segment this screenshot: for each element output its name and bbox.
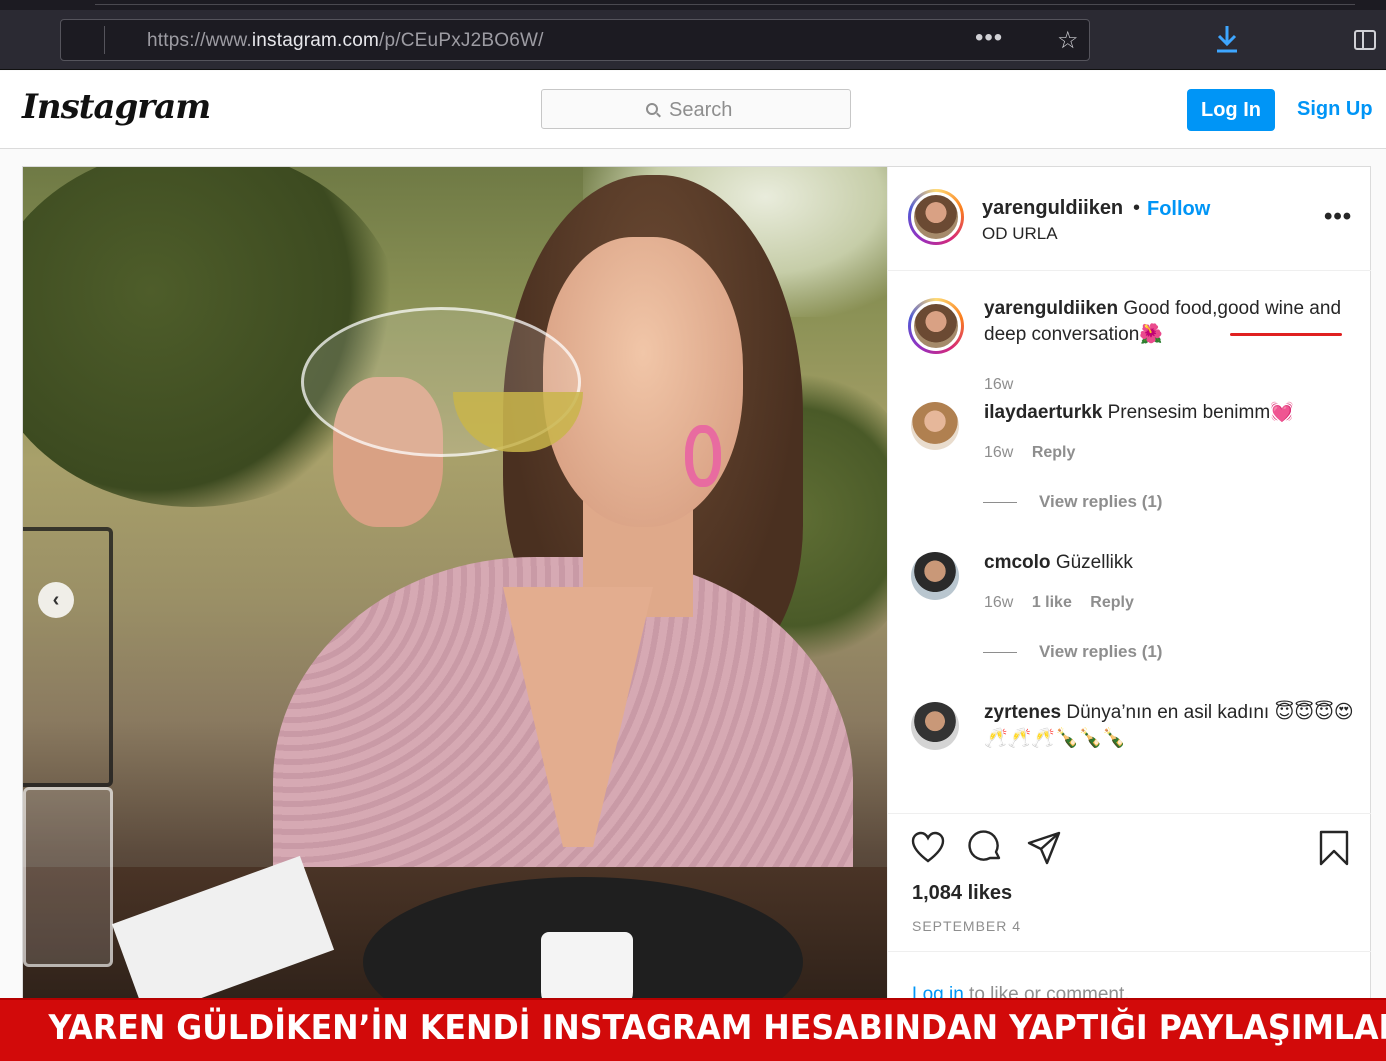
sidebar-icon[interactable] (1354, 30, 1376, 50)
ellipsis-icon[interactable]: ••• (975, 24, 1003, 52)
comment-text: cmcolo Güzellikk (984, 550, 1354, 576)
search-icon (646, 103, 658, 115)
post-header: yarenguldiiken • Follow OD URLA ••• (888, 167, 1371, 271)
more-options-icon[interactable]: ••• (1324, 203, 1352, 231)
follow-button[interactable]: Follow (1147, 198, 1210, 221)
photo-water-glass (23, 787, 113, 967)
likes-count[interactable]: 1,084 likes (912, 882, 1012, 905)
reply-button[interactable]: Reply (1032, 444, 1076, 461)
avatar[interactable] (911, 702, 959, 750)
caption-meta: 16w (984, 376, 1027, 394)
heart-icon[interactable] (910, 830, 946, 866)
url-path: /p/CEuPxJ2BO6W/ (379, 30, 544, 51)
avatar[interactable] (911, 552, 959, 600)
post-card: ‹ yarenguldiiken • Follow OD URLA ••• ya… (22, 166, 1371, 1006)
separator-dot: • (1133, 197, 1141, 219)
post-date: SEPTEMBER 4 (912, 918, 1022, 934)
caption-banner-text: YAREN GÜLDİKEN’İN KENDİ INSTAGRAM HESABI… (48, 1008, 1386, 1048)
url-text[interactable]: https://www.instagram.com/p/CEuPxJ2BO6W/ (147, 30, 544, 52)
reply-button[interactable]: Reply (1090, 594, 1134, 611)
comment-username[interactable]: zyrtenes (984, 702, 1061, 723)
comment-body: Prensesim benimm💓 (1107, 402, 1294, 423)
address-bar[interactable]: https://www.instagram.com/p/CEuPxJ2BO6W/… (60, 19, 1090, 61)
comment-meta: 16w Reply (984, 444, 1089, 462)
comment-text: ilaydaerturkk Prensesim benimm💓 (984, 400, 1354, 426)
search-placeholder: Search (669, 99, 733, 121)
comment-username[interactable]: ilaydaerturkk (984, 402, 1102, 423)
chevron-left-icon[interactable]: ‹ (38, 582, 74, 618)
caption-username[interactable]: yarenguldiiken (984, 298, 1118, 319)
comment-meta: 16w 1 like Reply (984, 594, 1148, 612)
caption-banner: YAREN GÜLDİKEN’İN KENDİ INSTAGRAM HESABI… (0, 998, 1386, 1061)
avatar[interactable] (908, 298, 964, 354)
caption-text: yarenguldiiken Good food,good wine and d… (984, 296, 1354, 348)
post-location[interactable]: OD URLA (982, 224, 1058, 244)
avatar[interactable] (911, 402, 959, 450)
comment-username[interactable]: cmcolo (984, 552, 1051, 573)
browser-toolbar: https://www.instagram.com/p/CEuPxJ2BO6W/… (0, 0, 1386, 70)
avatar[interactable] (908, 189, 964, 245)
site-info-button[interactable] (67, 26, 105, 54)
bookmark-icon[interactable] (1316, 830, 1352, 866)
instagram-logo[interactable]: Instagram (22, 87, 211, 127)
post-username[interactable]: yarenguldiiken (982, 197, 1123, 220)
post-actions: 1,084 likes SEPTEMBER 4 Log in to like o… (888, 813, 1371, 1005)
star-icon[interactable]: ☆ (1057, 26, 1079, 55)
comment-text: zyrtenes Dünya’nın en asil kadını 😇😇😇😍🥂🥂… (984, 700, 1354, 752)
tab-edge (95, 4, 1355, 10)
share-icon[interactable] (1026, 830, 1062, 866)
url-host: instagram.com (251, 30, 380, 51)
comment-icon[interactable] (968, 830, 1004, 866)
instagram-header: Instagram Search Log In Sign Up (0, 71, 1386, 149)
photo-cup (541, 932, 633, 1005)
view-replies-button[interactable]: View replies (1) (1004, 492, 1162, 512)
view-replies-button[interactable]: View replies (1) (1004, 642, 1162, 662)
comment-likes[interactable]: 1 like (1032, 594, 1072, 611)
comment-time: 16w (984, 594, 1014, 611)
post-photo[interactable]: ‹ (23, 167, 887, 1005)
comment-body: Güzellikk (1055, 552, 1133, 573)
comments-list[interactable]: yarenguldiiken Good food,good wine and d… (888, 272, 1371, 812)
post-sidebar: yarenguldiiken • Follow OD URLA ••• yare… (887, 167, 1371, 1005)
highlight-underline (1230, 333, 1342, 336)
photo-chair (23, 527, 113, 787)
login-button[interactable]: Log In (1187, 89, 1275, 131)
download-icon[interactable] (1214, 24, 1240, 54)
url-prefix: https://www. (147, 30, 252, 51)
search-input[interactable]: Search (541, 89, 851, 129)
photo-earring (685, 425, 721, 487)
caption-time: 16w (984, 376, 1014, 393)
signup-link[interactable]: Sign Up (1297, 98, 1373, 121)
comment-time: 16w (984, 444, 1014, 461)
